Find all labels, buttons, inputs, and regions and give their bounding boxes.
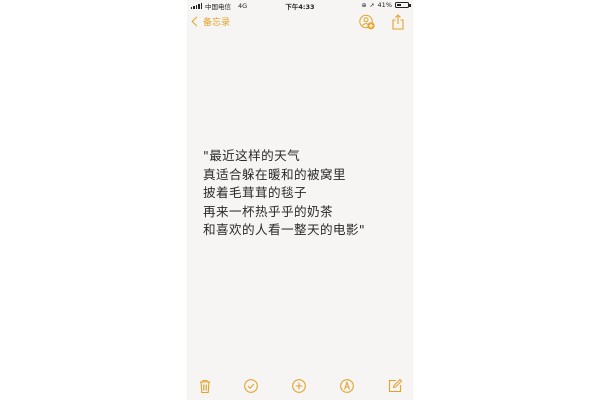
add-button[interactable]: [291, 378, 307, 394]
add-people-icon: [359, 14, 375, 30]
share-icon: [392, 14, 404, 30]
bottom-toolbar: [187, 374, 413, 400]
checklist-icon: [244, 379, 258, 393]
back-button[interactable]: 备忘录: [191, 15, 231, 28]
note-line: "最近这样的天气: [203, 148, 301, 163]
chevron-left-icon: [191, 16, 202, 27]
back-label: 备忘录: [203, 18, 231, 28]
compose-button[interactable]: [387, 378, 403, 394]
note-line: 真适合躲在暖和的被窝里: [203, 166, 346, 182]
note-line: 和喜欢的人看一整天的电影": [203, 222, 366, 237]
battery-percent: 41%: [377, 1, 392, 9]
delete-button[interactable]: [197, 378, 213, 394]
markup-button[interactable]: [339, 378, 355, 394]
location-arrow-icon: ➚: [369, 1, 375, 9]
battery-icon: [395, 2, 411, 8]
trash-icon: [200, 379, 210, 394]
notes-screen: 中国电信 4G 下午4:33 ⊕ ➚ 41% 备忘录 "最近这样的天气 真适合躲…: [187, 0, 413, 400]
checklist-button[interactable]: [243, 378, 259, 394]
note-line: 再来一杯热乎乎的奶茶: [203, 203, 333, 219]
nav-bar: 备忘录: [187, 12, 413, 34]
note-body[interactable]: "最近这样的天气 真适合躲在暖和的被窝里 披着毛茸茸的毯子 再来一杯热乎乎的奶茶…: [203, 147, 408, 240]
compose-icon: [388, 378, 403, 393]
share-button[interactable]: [391, 14, 405, 30]
status-bar: 中国电信 4G 下午4:33 ⊕ ➚ 41%: [187, 0, 413, 11]
battery-level: [396, 3, 402, 7]
add-icon: [292, 379, 306, 393]
markup-icon: [340, 379, 354, 393]
status-right: ⊕ ➚ 41%: [361, 1, 411, 9]
orientation-lock-icon: ⊕: [361, 1, 367, 9]
note-line: 披着毛茸茸的毯子: [203, 185, 307, 200]
add-people-button[interactable]: [359, 14, 375, 30]
